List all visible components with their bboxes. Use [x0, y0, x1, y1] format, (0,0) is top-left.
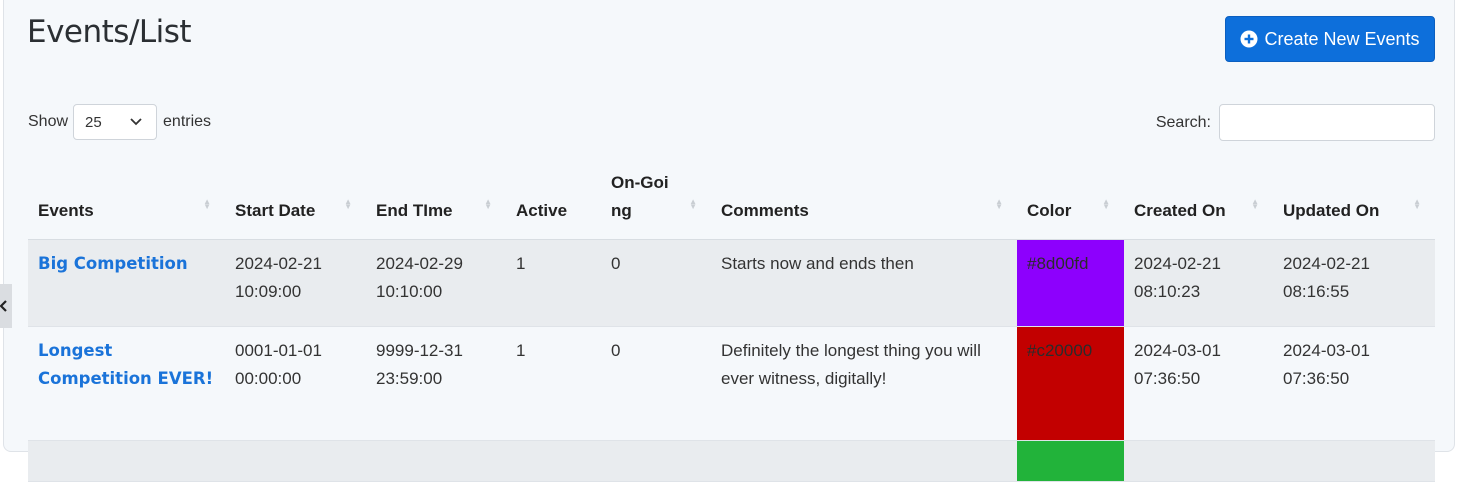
- column-header-color[interactable]: Color ▲ ▼: [1017, 150, 1124, 240]
- sort-icon: ▲ ▼: [1251, 197, 1259, 211]
- column-header-ongoing[interactable]: On-Going ▲ ▼: [601, 150, 711, 240]
- entries-label: entries: [163, 113, 212, 130]
- ongoing-cell: 0: [601, 239, 711, 327]
- sort-icon: ▲ ▼: [1413, 197, 1421, 211]
- comments-cell: [711, 440, 1017, 482]
- sort-icon: ▲ ▼: [995, 197, 1003, 211]
- updated-on-cell: [1273, 440, 1435, 482]
- search-label: Search:: [1155, 113, 1211, 131]
- sidebar-toggle[interactable]: [0, 284, 12, 328]
- end-time-cell: [366, 440, 506, 482]
- end-time-cell: 2024-02-29 10:10:00: [366, 239, 506, 327]
- create-new-events-button[interactable]: Create New Events: [1225, 16, 1435, 62]
- create-button-label: Create New Events: [1264, 28, 1420, 49]
- entries-select-value: 25: [85, 113, 102, 131]
- table-row: Big Competition 2024-02-21 10:09:00 2024-…: [28, 239, 1435, 327]
- event-link[interactable]: Big Competition: [38, 254, 188, 273]
- entries-select[interactable]: 25: [73, 104, 158, 140]
- plus-circle-icon: [1240, 30, 1258, 48]
- sort-icon: ▲ ▼: [484, 197, 492, 211]
- column-header-events[interactable]: Events ▲ ▼: [28, 150, 225, 240]
- active-cell: 1: [506, 239, 601, 327]
- color-cell: [1017, 440, 1124, 482]
- column-header-created-on[interactable]: Created On ▲ ▼: [1124, 150, 1273, 240]
- event-cell: Longest Competition EVER!: [28, 326, 225, 441]
- end-time-cell: 9999-12-31 23:59:00: [366, 326, 506, 441]
- updated-on-cell: 2024-03-01 07:36:50: [1273, 326, 1435, 441]
- event-link[interactable]: Longest Competition EVER!: [38, 341, 213, 388]
- comments-cell: Definitely the longest thing you will ev…: [711, 326, 1017, 441]
- active-cell: 1: [506, 326, 601, 441]
- active-cell: [506, 440, 601, 482]
- start-date-cell: [225, 440, 366, 482]
- table-row: Longest Competition EVER! 0001-01-01 00:0…: [28, 326, 1435, 441]
- color-cell: #c20000: [1017, 326, 1124, 441]
- column-header-end-time[interactable]: End TIme ▲ ▼: [366, 150, 506, 240]
- sort-icon: ▲ ▼: [344, 197, 352, 211]
- search-input[interactable]: [1219, 104, 1435, 141]
- updated-on-cell: 2024-02-21 08:16:55: [1273, 239, 1435, 327]
- ongoing-cell: 0: [601, 326, 711, 441]
- page-title: Events/List: [27, 14, 192, 50]
- created-on-cell: 2024-03-01 07:36:50: [1124, 326, 1273, 441]
- chevron-down-icon: [130, 118, 142, 126]
- start-date-cell: 0001-01-01 00:00:00: [225, 326, 366, 441]
- chevron-left-icon: [0, 300, 7, 312]
- show-label: Show: [28, 113, 69, 130]
- search-control: Search:: [1156, 104, 1435, 141]
- column-header-updated-on[interactable]: Updated On ▲ ▼: [1273, 150, 1435, 240]
- start-date-cell: 2024-02-21 10:09:00: [225, 239, 366, 327]
- entries-length-control: Show 25 entries: [28, 104, 211, 140]
- events-table: Events ▲ ▼ Start Date ▲ ▼ End TIme ▲ ▼ Active …: [28, 150, 1435, 482]
- table-header-row: Events ▲ ▼ Start Date ▲ ▼ End TIme ▲ ▼ Active …: [28, 150, 1435, 240]
- sort-icon: ▲ ▼: [203, 197, 211, 211]
- column-header-active[interactable]: Active: [506, 150, 601, 240]
- sort-icon: ▲ ▼: [689, 197, 697, 211]
- created-on-cell: [1124, 440, 1273, 482]
- created-on-cell: 2024-02-21 08:10:23: [1124, 239, 1273, 327]
- comments-cell: Starts now and ends then: [711, 239, 1017, 327]
- table-row-partial: [28, 440, 1435, 482]
- column-header-comments[interactable]: Comments ▲ ▼: [711, 150, 1017, 240]
- color-cell: #8d00fd: [1017, 239, 1124, 327]
- column-header-start-date[interactable]: Start Date ▲ ▼: [225, 150, 366, 240]
- event-cell: [28, 440, 225, 482]
- ongoing-cell: [601, 440, 711, 482]
- event-cell: Big Competition: [28, 239, 225, 327]
- sort-icon: ▲ ▼: [1102, 197, 1110, 211]
